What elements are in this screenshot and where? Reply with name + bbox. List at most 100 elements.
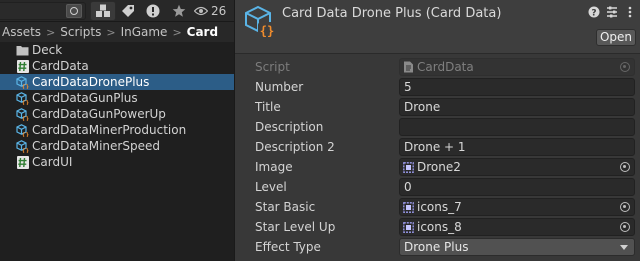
tag-icon bbox=[122, 5, 134, 17]
property-label: Number bbox=[255, 80, 304, 94]
property-row: Script CardData bbox=[235, 57, 640, 77]
list-item-label: CardData bbox=[32, 59, 89, 73]
property-label: Star Level Up bbox=[255, 220, 336, 234]
property-row: Description 2 Drone + 1 bbox=[235, 137, 640, 157]
sprite-ref-icon bbox=[402, 161, 415, 174]
favorites-button[interactable] bbox=[166, 1, 192, 21]
list-item[interactable]: Deck bbox=[0, 42, 234, 58]
text-field[interactable]: Drone bbox=[399, 98, 635, 116]
search-input[interactable] bbox=[0, 2, 86, 20]
list-item[interactable]: {} CardDataMinerSpeed bbox=[0, 138, 234, 154]
property-list: Script CardData Number 5 Title Drone Descripti… bbox=[235, 57, 640, 257]
sprite-ref-icon bbox=[402, 201, 415, 214]
property-row: Star Basic icons_7 bbox=[235, 197, 640, 217]
breadcrumb-separator-icon: > bbox=[46, 25, 56, 39]
property-row: Effect Type Drone Plus bbox=[235, 237, 640, 257]
object-picker-icon[interactable] bbox=[620, 162, 630, 172]
dropdown-value: Drone Plus bbox=[404, 240, 469, 254]
svg-text:{}: {} bbox=[260, 24, 274, 38]
hidden-packages-toggle[interactable]: 26 bbox=[194, 1, 226, 21]
search-icon[interactable] bbox=[66, 4, 82, 18]
property-label: Effect Type bbox=[255, 240, 321, 254]
svg-text:{}: {} bbox=[22, 99, 29, 104]
text-field[interactable]: Drone + 1 bbox=[399, 138, 635, 156]
property-row: Image Drone2 bbox=[235, 157, 640, 177]
list-item[interactable]: {} CardDataGunPlus bbox=[0, 90, 234, 106]
property-label: Script bbox=[255, 60, 290, 74]
breadcrumb-item[interactable]: Card bbox=[187, 25, 218, 39]
breadcrumb: Assets > Scripts > InGame > Card bbox=[0, 22, 234, 42]
list-item[interactable]: {} CardDataDronePlus bbox=[0, 74, 234, 90]
svg-text:{}: {} bbox=[22, 147, 29, 152]
property-row: Title Drone bbox=[235, 97, 640, 117]
object-picker-icon bbox=[620, 62, 630, 72]
breadcrumb-item[interactable]: Assets bbox=[2, 25, 41, 39]
scriptable-object-large-icon: {} bbox=[245, 5, 276, 38]
log-filter-button[interactable] bbox=[140, 1, 166, 21]
cubes-filter-icon bbox=[96, 4, 110, 17]
header-icons: ? bbox=[588, 6, 636, 18]
csharp-script-icon bbox=[16, 155, 29, 169]
object-field-value: Drone2 bbox=[417, 160, 461, 174]
script-ref-icon bbox=[402, 61, 415, 74]
text-field[interactable]: 0 bbox=[399, 178, 635, 196]
svg-text:{}: {} bbox=[22, 131, 29, 136]
enum-dropdown[interactable]: Drone Plus bbox=[399, 238, 635, 256]
property-label: Star Basic bbox=[255, 200, 316, 214]
property-label: Image bbox=[255, 160, 293, 174]
breadcrumb-item[interactable]: InGame bbox=[121, 25, 168, 39]
label-filter-button[interactable] bbox=[115, 1, 141, 21]
scriptable-object-icon: {} bbox=[16, 123, 29, 137]
file-list: Deck CardData{} CardDataDronePlus{} CardDat… bbox=[0, 42, 234, 170]
list-item-label: CardDataGunPlus bbox=[32, 91, 138, 105]
svg-text:{}: {} bbox=[22, 115, 29, 120]
alert-circle-icon bbox=[146, 4, 160, 18]
object-field: CardData bbox=[399, 58, 635, 76]
object-field-value: icons_7 bbox=[417, 200, 462, 214]
project-toolbar: 26 bbox=[0, 0, 234, 22]
svg-text:{}: {} bbox=[22, 83, 29, 88]
object-field-value: icons_8 bbox=[417, 220, 462, 234]
property-label: Description 2 bbox=[255, 140, 335, 154]
scriptable-object-icon: {} bbox=[16, 139, 29, 153]
sprite-ref-icon bbox=[402, 221, 415, 234]
list-item[interactable]: {} CardDataMinerProduction bbox=[0, 122, 234, 138]
hidden-count: 26 bbox=[211, 4, 227, 18]
list-item[interactable]: CardUI bbox=[0, 154, 234, 170]
property-row: Star Level Up icons_8 bbox=[235, 217, 640, 237]
object-field[interactable]: icons_8 bbox=[399, 218, 635, 236]
csharp-script-icon bbox=[16, 59, 29, 73]
object-picker-icon[interactable] bbox=[620, 222, 630, 232]
presets-icon[interactable] bbox=[606, 6, 618, 18]
list-item-label: CardUI bbox=[32, 155, 73, 169]
list-item-label: CardDataGunPowerUp bbox=[32, 107, 166, 121]
project-panel: 26 Assets > Scripts > InGame > Card Deck CardDa… bbox=[0, 0, 234, 261]
inspector-header: {} Card Data Drone Plus (Card Data) ? Op… bbox=[235, 0, 640, 54]
list-item-label: CardDataDronePlus bbox=[32, 75, 150, 89]
type-filter-button[interactable] bbox=[90, 1, 116, 21]
object-field-value: CardData bbox=[417, 60, 474, 74]
list-item-label: Deck bbox=[32, 43, 63, 57]
property-label: Title bbox=[255, 100, 281, 114]
property-row: Description bbox=[235, 117, 640, 137]
dropdown-arrow-icon bbox=[620, 245, 628, 250]
svg-text:?: ? bbox=[591, 8, 596, 18]
list-item[interactable]: CardData bbox=[0, 58, 234, 74]
folder-icon bbox=[16, 44, 29, 57]
object-field[interactable]: icons_7 bbox=[399, 198, 635, 216]
scriptable-object-icon: {} bbox=[16, 107, 29, 121]
breadcrumb-separator-icon: > bbox=[106, 25, 116, 39]
star-icon bbox=[172, 4, 186, 17]
property-label: Level bbox=[255, 180, 287, 194]
object-field[interactable]: Drone2 bbox=[399, 158, 635, 176]
text-field[interactable] bbox=[399, 118, 635, 136]
scriptable-object-icon: {} bbox=[16, 75, 29, 89]
list-item[interactable]: {} CardDataGunPowerUp bbox=[0, 106, 234, 122]
breadcrumb-item[interactable]: Scripts bbox=[60, 25, 101, 39]
context-menu-icon[interactable] bbox=[624, 6, 636, 18]
help-icon[interactable]: ? bbox=[588, 6, 600, 18]
open-button[interactable]: Open bbox=[596, 29, 636, 46]
text-field[interactable]: 5 bbox=[399, 78, 635, 96]
object-picker-icon[interactable] bbox=[620, 202, 630, 212]
scriptable-object-icon: {} bbox=[16, 91, 29, 105]
